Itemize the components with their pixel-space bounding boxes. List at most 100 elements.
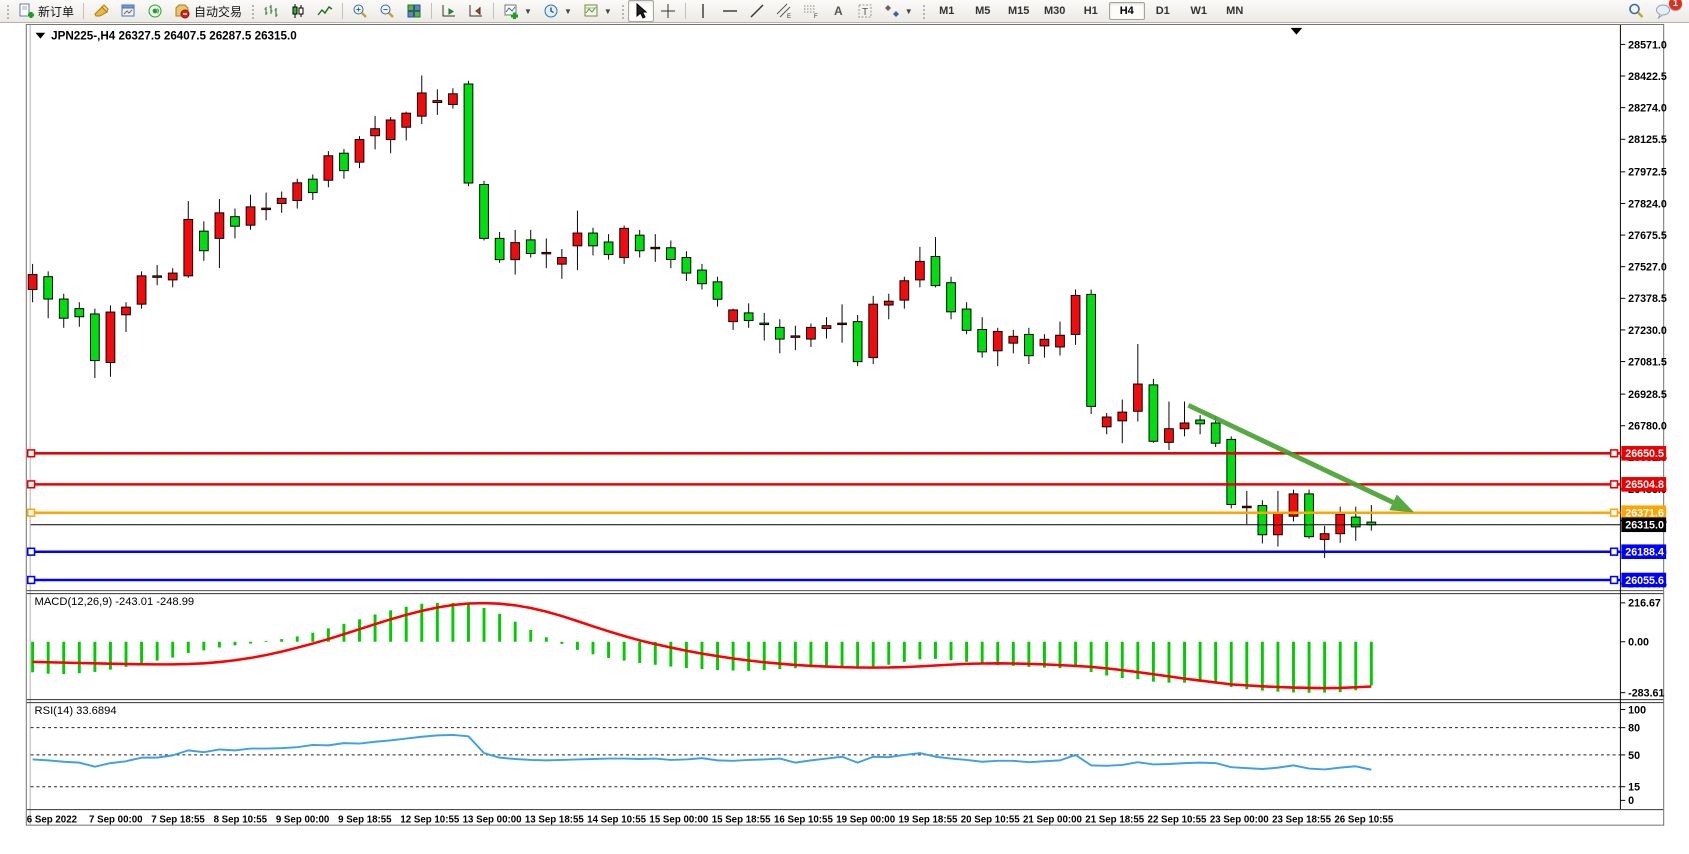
label-tool-button[interactable]: T: [852, 0, 878, 22]
timeframe-D1[interactable]: D1: [1145, 2, 1181, 20]
date-axis-label: 16 Sep 10:55: [774, 815, 833, 826]
svg-text:T: T: [862, 7, 868, 18]
timeframe-M1[interactable]: M1: [929, 2, 965, 20]
price-tick-label: 27378.5: [1628, 293, 1667, 305]
timeframe-H1[interactable]: H1: [1073, 2, 1109, 20]
trendline-icon: [749, 3, 765, 19]
profiles-icon: [120, 3, 136, 19]
candle-body: [137, 276, 146, 304]
candle-body: [44, 277, 53, 299]
timeframe-M5[interactable]: M5: [965, 2, 1001, 20]
period-button[interactable]: ▼: [538, 0, 577, 22]
price-tick-label: 27081.5: [1628, 356, 1667, 368]
timeframe-MN[interactable]: MN: [1217, 2, 1253, 20]
auto-scroll-button[interactable]: [436, 0, 462, 22]
highlighter-button[interactable]: [88, 0, 114, 22]
auto-trade-label: 自动交易: [194, 3, 242, 20]
date-axis-label: 19 Sep 18:55: [898, 815, 957, 826]
line-handle-right[interactable]: [1611, 450, 1618, 457]
highlighter-icon: [93, 3, 109, 19]
sound-button[interactable]: [142, 0, 168, 22]
candle-body: [59, 299, 68, 318]
chat-badge: 1: [1669, 0, 1682, 10]
toolbar-grip[interactable]: [620, 3, 625, 19]
channel-tool-button[interactable]: E: [771, 0, 797, 22]
date-axis-label: 7 Sep 00:00: [89, 815, 142, 826]
tile-windows-button[interactable]: [401, 0, 427, 22]
candle-body: [355, 140, 364, 163]
toolbar-grip[interactable]: [921, 3, 926, 19]
auto-trade-button[interactable]: 自动交易: [169, 0, 247, 22]
candle-body: [682, 258, 691, 274]
add-indicator-button[interactable]: ▼: [498, 0, 537, 22]
vertical-line-tool-button[interactable]: [690, 0, 716, 22]
date-axis-label: 9 Sep 00:00: [276, 815, 330, 826]
zoom-out-button[interactable]: [374, 0, 400, 22]
candle-body: [1196, 420, 1205, 424]
candle-body: [573, 233, 582, 246]
horizontal-line-icon: [722, 3, 738, 19]
dropdown-arrow-icon: ▼: [604, 7, 612, 16]
arrows-tool-button[interactable]: ▼: [879, 0, 918, 22]
candlestick-mode-button[interactable]: [285, 0, 311, 22]
chart-window[interactable]: 28571.028422.528274.028125.527972.527824…: [0, 23, 1689, 849]
trendline-tool-button[interactable]: [744, 0, 770, 22]
crosshair-tool-button[interactable]: [655, 0, 681, 22]
chart-canvas[interactable]: 28571.028422.528274.028125.527972.527824…: [0, 23, 1689, 849]
sound-icon: [147, 3, 163, 19]
new-order-button[interactable]: 新订单: [13, 0, 79, 22]
line-handle-right[interactable]: [1611, 577, 1618, 584]
search-button[interactable]: [1623, 0, 1649, 22]
price-tick-label: 28571.0: [1628, 39, 1667, 51]
candle-body: [760, 323, 769, 324]
price-tick-label: 28125.5: [1628, 134, 1667, 146]
candle-body: [1211, 423, 1220, 443]
line-handle-right[interactable]: [1611, 548, 1618, 555]
line-handle-left[interactable]: [28, 548, 35, 555]
candle-body: [1351, 517, 1360, 527]
candle-body: [1242, 506, 1251, 507]
cursor-tool-button[interactable]: [628, 0, 654, 22]
horizontal-line-tool-button[interactable]: [717, 0, 743, 22]
macd-tick-label: -283.61: [1628, 688, 1664, 700]
toolbar-grip[interactable]: [250, 3, 255, 19]
line-handle-left[interactable]: [28, 450, 35, 457]
timeframe-H4[interactable]: H4: [1109, 2, 1145, 20]
price-line-badge-label: 26504.8: [1625, 479, 1664, 491]
candle-body: [1102, 417, 1111, 427]
fibonacci-tool-button[interactable]: F: [798, 0, 824, 22]
timeframe-W1[interactable]: W1: [1181, 2, 1217, 20]
date-axis-label: 21 Sep 18:55: [1085, 815, 1144, 826]
candle-body: [853, 322, 862, 362]
bar-chart-mode-button[interactable]: [258, 0, 284, 22]
auto-trade-icon: [174, 3, 190, 19]
chat-button[interactable]: 1: [1650, 0, 1676, 22]
candle-body: [604, 242, 613, 255]
line-chart-mode-button[interactable]: [312, 0, 338, 22]
line-handle-left[interactable]: [28, 577, 35, 584]
crosshair-icon: [660, 3, 676, 19]
chart-shift-button[interactable]: [463, 0, 489, 22]
candle-body: [75, 309, 84, 317]
candle-body: [433, 101, 442, 103]
zoom-in-button[interactable]: [347, 0, 373, 22]
date-axis-label: 23 Sep 00:00: [1210, 815, 1269, 826]
line-handle-right[interactable]: [1611, 509, 1618, 516]
template-button[interactable]: ▼: [578, 0, 617, 22]
candle-body: [1118, 412, 1127, 421]
toolbar-grip[interactable]: [5, 3, 10, 19]
candle-body: [1227, 439, 1236, 504]
text-tool-button[interactable]: A: [825, 0, 851, 22]
line-handle-left[interactable]: [28, 509, 35, 516]
timeframe-M30[interactable]: M30: [1037, 2, 1073, 20]
timeframe-M15[interactable]: M15: [1001, 2, 1037, 20]
zoom-out-icon: [379, 3, 395, 19]
date-axis-label: 8 Sep 10:55: [214, 815, 268, 826]
candle-body: [28, 275, 37, 290]
candle-body: [402, 113, 411, 127]
profiles-button[interactable]: [115, 0, 141, 22]
candle-body: [775, 327, 784, 339]
candle-body: [184, 219, 193, 275]
line-handle-right[interactable]: [1611, 481, 1618, 488]
line-handle-left[interactable]: [28, 481, 35, 488]
